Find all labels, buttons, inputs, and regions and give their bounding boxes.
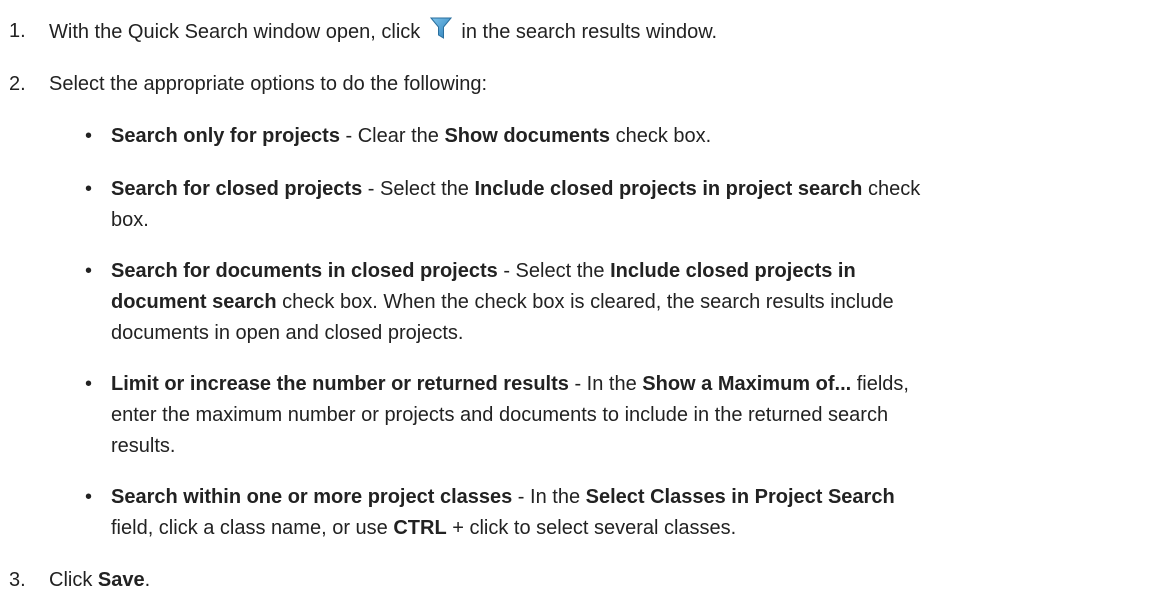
- step-number: 1.: [9, 20, 26, 42]
- bullet-dot: •: [85, 373, 93, 395]
- list-item: • Search within one or more project clas…: [85, 482, 1149, 544]
- step-text: Select the appropriate options to do the…: [49, 73, 488, 95]
- bullet-dot: •: [85, 178, 93, 200]
- list-item: • Search only for projects - Clear the S…: [85, 121, 1149, 152]
- bullet-dot: •: [85, 125, 93, 147]
- step-text: With the Quick Search window open, click: [49, 21, 421, 43]
- list-item: • Limit or increase the number or return…: [85, 369, 1149, 462]
- step-number: 2.: [9, 73, 26, 95]
- list-item: • Search for closed projects - Select th…: [85, 174, 1149, 236]
- bullet-dot: •: [85, 486, 93, 508]
- save-label: Save: [97, 569, 145, 591]
- list-item: • Search for documents in closed project…: [85, 256, 1149, 349]
- step-number: 3.: [9, 569, 26, 591]
- filter-icon: [429, 17, 452, 39]
- step-text: in the search results window.: [461, 21, 718, 43]
- bullet-dot: •: [85, 260, 93, 282]
- instructions-document: 1. With the Quick Search window open, cl…: [0, 0, 1162, 609]
